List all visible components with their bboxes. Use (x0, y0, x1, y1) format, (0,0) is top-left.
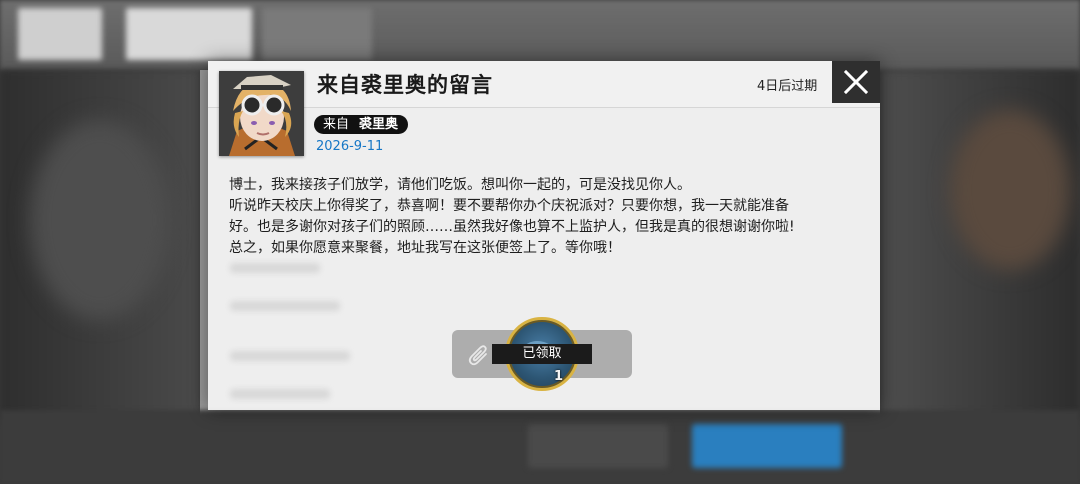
claimed-label: 已领取 (492, 344, 592, 364)
item-count: 1 (554, 369, 564, 384)
background-blob (30, 120, 170, 320)
background-tab-2 (126, 8, 252, 60)
mail-body-line: 好。也是多谢你对孩子们的照顾……虽然我好像也算不上监护人，但我是真的很想谢谢你啦… (229, 219, 795, 235)
ghost-row (230, 389, 330, 399)
sender-tag: 来自 裘里奥 (314, 115, 409, 134)
close-button[interactable] (832, 61, 880, 103)
dialog-header: 来自裘里奥的留言 4日后过期 (208, 61, 880, 108)
mail-body-line: 博士，我来接孩子们放学，请他们吃饭。想叫你一起的，可是没找见你人。 (229, 177, 691, 193)
portrait-icon (219, 71, 304, 156)
close-icon (844, 70, 868, 94)
background-button-blue (692, 424, 842, 468)
sender-avatar (219, 71, 304, 156)
ghost-row (230, 351, 350, 361)
mail-body: 博士，我来接孩子们放学，请他们吃饭。想叫你一起的，可是没找见你人。 听说昨天校庆… (229, 175, 869, 259)
paperclip-icon (468, 345, 487, 366)
mail-date: 2026-9-11 (316, 139, 384, 154)
ghost-row (230, 263, 320, 273)
background-button-gray (528, 424, 668, 468)
background-tab-3 (262, 8, 372, 60)
background-tab-1 (18, 8, 102, 60)
mail-body-line: 听说昨天校庆上你得奖了，恭喜啊！要不要帮你办个庆祝派对？只要你想，我一天就能准备 (229, 198, 789, 214)
ghost-row (230, 301, 340, 311)
expire-label: 4日后过期 (757, 79, 818, 94)
mail-body-line: 总之，如果你愿意来聚餐，地址我写在这张便签上了。等你哦！ (229, 240, 621, 256)
background-blob (950, 110, 1070, 270)
sender-prefix: 来自 (323, 117, 350, 132)
mail-title: 来自裘里奥的留言 (317, 73, 493, 97)
mail-dialog: 来自裘里奥的留言 4日后过期 来自 裘里奥 2026-9-11 博士，我来接孩子… (208, 61, 880, 410)
sender-name: 裘里奥 (359, 117, 399, 132)
